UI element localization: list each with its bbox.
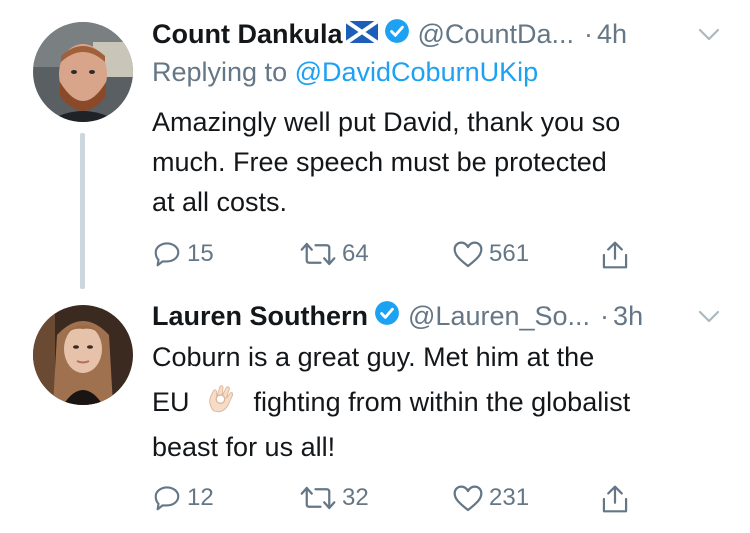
share-icon: [602, 485, 628, 513]
tweet-text-line: EU fighting from within the globalist: [152, 379, 722, 426]
chevron-down-icon[interactable]: [697, 309, 721, 330]
retweet-count: 64: [342, 240, 369, 267]
tweet-actions: 15 64 561: [152, 239, 652, 271]
heart-icon: [453, 485, 483, 512]
avatar[interactable]: [33, 305, 133, 405]
reply-count: 12: [187, 484, 214, 511]
verified-badge-icon: [374, 300, 400, 333]
avatar[interactable]: [33, 22, 133, 122]
display-name[interactable]: Lauren Southern: [152, 301, 368, 332]
retweet-button[interactable]: 32: [299, 483, 369, 513]
tweet-lauren-southern[interactable]: Lauren Southern @Lauren_So... · 3h Cobur…: [0, 290, 750, 533]
share-button[interactable]: [600, 483, 630, 515]
tweet-text: Coburn is a great guy. Met him at the EU…: [152, 336, 722, 469]
retweet-button[interactable]: 64: [299, 239, 369, 269]
tweet-text-line: beast for us all!: [152, 432, 336, 462]
share-icon: [602, 241, 628, 269]
tweet-actions: 12 32 231: [152, 483, 652, 515]
separator-dot: ·: [600, 300, 610, 331]
scotland-flag-icon: [344, 18, 379, 50]
tweet-count-dankula[interactable]: Count Dankula @CountDa... · 4h Replying …: [0, 0, 750, 290]
tweet-text-line: much. Free speech must be protected: [152, 147, 607, 177]
separator-dot: ·: [584, 18, 593, 49]
tweet-header: Count Dankula @CountDa... · 4h: [152, 16, 627, 52]
reply-icon: [154, 242, 180, 267]
like-count: 231: [489, 484, 530, 511]
tweet-text-line: Coburn is a great guy. Met him at the: [152, 342, 595, 372]
chevron-down-icon[interactable]: [697, 27, 721, 48]
tweet-header: Lauren Southern @Lauren_So... · 3h: [152, 298, 643, 334]
tweet-text-line: at all costs.: [152, 187, 288, 217]
heart-icon: [453, 241, 483, 268]
reply-icon: [154, 486, 180, 511]
tweet-text-fragment: fighting from within the globalist: [253, 387, 631, 417]
user-handle[interactable]: @Lauren_So...: [408, 301, 590, 332]
replying-to-mention[interactable]: @DavidCoburnUKip: [295, 57, 539, 87]
replying-to: Replying to @DavidCoburnUKip: [152, 57, 538, 88]
retweet-icon: [300, 242, 336, 266]
display-name[interactable]: Count Dankula: [152, 19, 343, 50]
reply-button[interactable]: 12: [152, 483, 214, 513]
retweet-count: 32: [342, 484, 369, 511]
retweet-icon: [300, 486, 336, 510]
reply-count: 15: [187, 240, 214, 267]
user-handle[interactable]: @CountDa...: [418, 19, 574, 50]
like-count: 561: [489, 240, 530, 267]
timestamp[interactable]: 3h: [613, 301, 643, 332]
share-button[interactable]: [600, 239, 630, 271]
like-button[interactable]: 561: [452, 239, 529, 269]
replying-to-label: Replying to: [152, 57, 295, 87]
tweet-text-line: Amazingly well put David, thank you so: [152, 107, 621, 137]
verified-badge-icon: [384, 18, 410, 51]
ok-hand-emoji-icon: [204, 379, 238, 426]
reply-button[interactable]: 15: [152, 239, 214, 269]
like-button[interactable]: 231: [452, 483, 529, 513]
timestamp[interactable]: 4h: [597, 19, 627, 50]
tweet-text-fragment: EU: [152, 387, 190, 417]
tweet-text: Amazingly well put David, thank you so m…: [152, 102, 722, 222]
